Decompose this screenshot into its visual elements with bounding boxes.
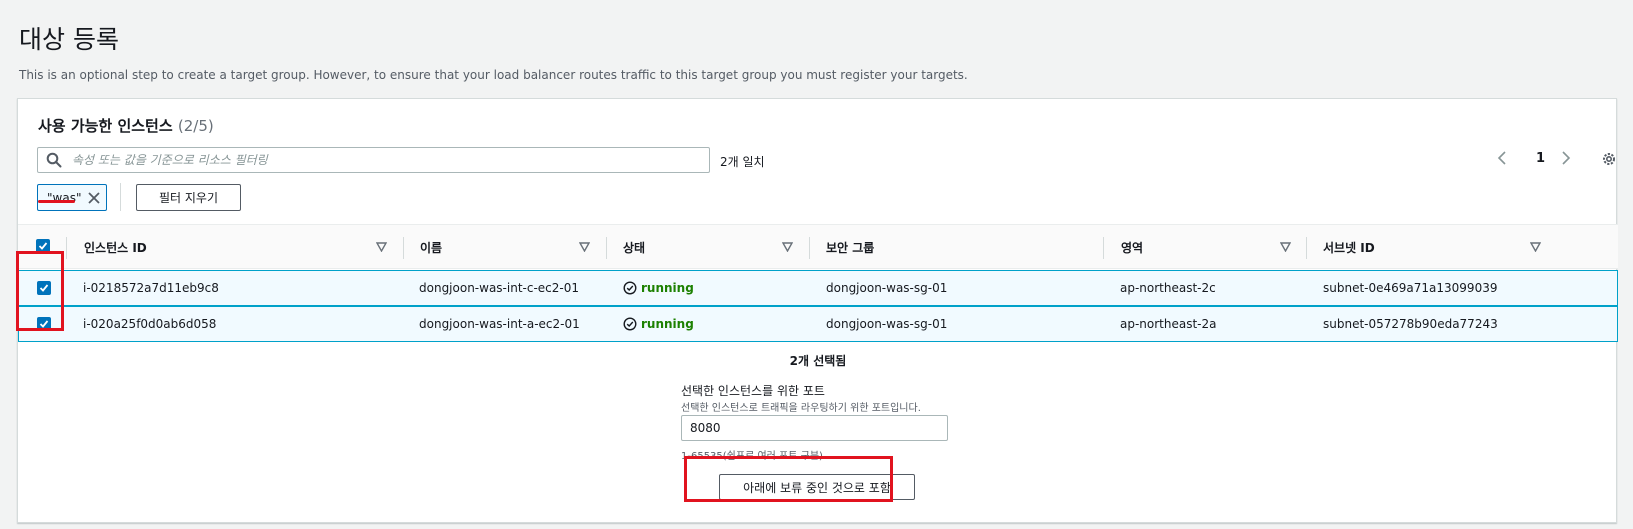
name-cell: dongjoon-was-int-c-ec2-01 <box>419 281 580 295</box>
column-divider <box>403 237 404 259</box>
select-all-checkbox[interactable] <box>36 239 50 253</box>
table-row[interactable]: i-0218572a7d11eb9c8 dongjoon-was-int-c-e… <box>18 270 1618 306</box>
annotation-underline <box>38 200 75 203</box>
page-description: This is an optional step to create a tar… <box>19 68 968 82</box>
column-header-state[interactable]: 상태 <box>623 239 645 256</box>
selected-count: 2개 선택됨 <box>789 354 847 368</box>
check-circle-icon <box>623 317 637 331</box>
filter-search-box[interactable] <box>37 147 710 173</box>
column-header-instance-id[interactable]: 인스턴스 ID <box>84 239 147 256</box>
available-instances-panel: 사용 가능한 인스턴스 (2/5) 2개 일치 1 "was" 필터 지우기 인… <box>17 98 1618 523</box>
column-divider <box>809 237 810 259</box>
row-checkbox[interactable] <box>37 317 51 331</box>
sort-icon[interactable] <box>782 242 793 252</box>
sort-icon[interactable] <box>579 242 590 252</box>
instance-id-cell: i-020a25f0d0ab6d058 <box>83 317 217 331</box>
column-header-name[interactable]: 이름 <box>420 239 442 256</box>
table-header: 인스턴스 ID 이름 상태 보안 그룹 영역 서브넷 ID <box>18 224 1618 269</box>
port-label: 선택한 인스턴스를 위한 포트 <box>681 384 825 398</box>
column-header-subnet-id[interactable]: 서브넷 ID <box>1323 239 1375 256</box>
panel-title-text: 사용 가능한 인스턴스 <box>38 117 173 135</box>
port-hint: 1-65535(쉼표로 여러 포트 구분) <box>681 451 823 462</box>
column-divider <box>66 237 67 259</box>
zone-cell: ap-northeast-2a <box>1120 317 1217 331</box>
sort-icon[interactable] <box>1280 242 1291 252</box>
page-number[interactable]: 1 <box>1536 151 1545 166</box>
instance-id-cell: i-0218572a7d11eb9c8 <box>83 281 219 295</box>
search-icon <box>46 152 62 168</box>
state-cell: running <box>641 317 694 331</box>
row-checkbox[interactable] <box>37 281 51 295</box>
page-title: 대상 등록 <box>19 25 119 54</box>
check-circle-icon <box>623 281 637 295</box>
column-divider <box>1306 237 1307 259</box>
gear-icon[interactable] <box>1601 151 1617 167</box>
filter-search-input[interactable] <box>70 150 700 170</box>
security-group-cell: dongjoon-was-sg-01 <box>826 281 948 295</box>
zone-cell: ap-northeast-2c <box>1120 281 1216 295</box>
subnet-id-cell: subnet-0e469a71a13099039 <box>1323 281 1498 295</box>
close-icon[interactable] <box>87 191 101 205</box>
panel-title: 사용 가능한 인스턴스 (2/5) <box>38 115 214 136</box>
security-group-cell: dongjoon-was-sg-01 <box>826 317 948 331</box>
port-input[interactable] <box>681 415 948 441</box>
column-header-zone[interactable]: 영역 <box>1121 239 1143 256</box>
column-divider <box>1103 237 1104 259</box>
port-description: 선택한 인스턴스로 트래픽을 라우팅하기 위한 포트입니다. <box>681 403 921 414</box>
column-header-security-group[interactable]: 보안 그룹 <box>826 239 874 256</box>
name-cell: dongjoon-was-int-a-ec2-01 <box>419 317 580 331</box>
table-row[interactable]: i-020a25f0d0ab6d058 dongjoon-was-int-a-e… <box>18 306 1618 342</box>
chevron-right-icon[interactable] <box>1559 150 1573 166</box>
include-as-pending-button[interactable]: 아래에 보류 중인 것으로 포함 <box>719 474 915 500</box>
filter-divider <box>120 183 121 211</box>
match-count: 2개 일치 <box>720 155 765 169</box>
chevron-left-icon[interactable] <box>1495 150 1509 166</box>
panel-title-count: (2/5) <box>177 117 214 135</box>
subnet-id-cell: subnet-057278b90eda77243 <box>1323 317 1498 331</box>
state-cell: running <box>641 281 694 295</box>
sort-icon[interactable] <box>376 242 387 252</box>
clear-filters-button[interactable]: 필터 지우기 <box>136 184 241 211</box>
sort-icon[interactable] <box>1530 242 1541 252</box>
filter-token: "was" <box>37 184 107 211</box>
column-divider <box>606 237 607 259</box>
